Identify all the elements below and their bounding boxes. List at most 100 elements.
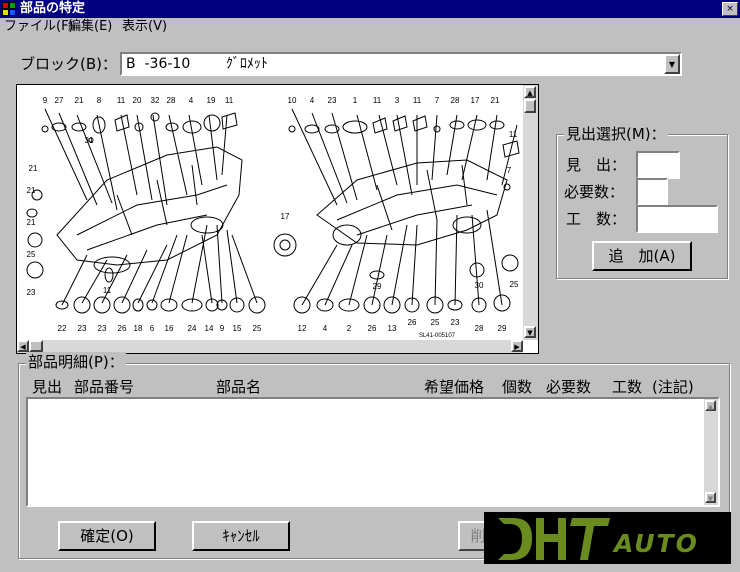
callout-label: 11 [413,96,422,105]
callout-label: 11 [373,96,382,105]
callout-label: 25 [431,318,440,327]
callout-label: 23 [27,288,36,297]
callout-label: 26 [408,318,417,327]
callout-label: 13 [388,324,397,333]
callout-label: 11 [117,96,126,105]
menu-view[interactable]: 表示(V) [122,18,167,36]
callout-label: 7 [507,166,512,175]
cancel-button[interactable]: ｷｬﾝｾﾙ [192,521,290,551]
callout-label: 25 [510,280,519,289]
column-quantity: 個数 [502,378,533,396]
callout-label: 29 [373,282,382,291]
callout-label: 6 [150,324,155,333]
callout-label: 11 [103,286,112,295]
scroll-down-icon[interactable]: ▼ [705,492,716,503]
callout-label: 28 [167,96,176,105]
callout-label: 14 [205,324,214,333]
callout-label: 15 [233,324,242,333]
menu-edit[interactable]: 編集(E) [68,18,112,36]
heading-input[interactable] [636,151,680,179]
callout-label: 8 [97,96,102,105]
confirm-button[interactable]: 確定(O) [58,521,156,551]
scroll-up-icon[interactable]: ▲ [705,400,716,411]
callout-label: 4 [323,324,328,333]
callout-label: 21 [491,96,500,105]
add-button[interactable]: 追 加(A) [592,241,692,271]
block-combobox-value: B -36-10 ｸﾞﾛﾒｯﾄ [126,56,268,72]
title-bar: 部品の特定 × [0,0,740,18]
callout-label: 29 [498,324,507,333]
column-part-name: 部品名 [216,378,262,396]
scroll-left-icon[interactable]: ◀ [17,340,29,352]
callout-label: 17 [281,212,290,221]
callout-label: 9 [43,96,48,105]
close-button[interactable]: × [722,2,738,16]
callout-label: 10 [288,96,297,105]
callout-label: 23 [78,324,87,333]
callout-label: 7 [435,96,440,105]
callout-label: 4 [310,96,315,105]
callout-label: 12 [298,324,307,333]
callout-label: 27 [55,96,64,105]
callout-label: 3 [395,96,400,105]
callout-label: 11 [509,130,518,139]
callout-label: 21 [27,186,36,195]
callout-label: 9 [220,324,225,333]
callout-label: 16 [165,324,174,333]
parts-list[interactable]: ▲ ▼ [26,397,720,507]
parts-diagram[interactable]: 9 27 21 8 11 20 32 28 4 19 11 10 4 23 1 … [16,84,539,354]
menu-bar: ファイル(F) 編集(E) 表示(V) [0,18,740,36]
callout-label: 11 [225,96,234,105]
parts-list-scrollbar[interactable]: ▲ ▼ [704,399,718,505]
callout-label: 30 [475,281,484,290]
callout-label: 25 [253,324,262,333]
callout-label: 31 [85,136,94,145]
selection-legend: 見出選択(M)： [564,124,668,144]
callout-label: 25 [27,250,36,259]
diagram-ref-code: SL41-005107 [419,333,456,339]
callout-label: 20 [133,96,142,105]
callout-label: 23 [451,318,460,327]
required-count-label: 必要数： [564,183,625,201]
column-part-number: 部品番号 [74,378,135,396]
callout-label: 19 [207,96,216,105]
parts-detail-legend: 部品明細(P)： [26,352,126,372]
callout-label: 21 [29,164,38,173]
parts-diagram-drawing: 9 27 21 8 11 20 32 28 4 19 11 10 4 23 1 … [26,96,520,339]
labor-hours-input[interactable] [636,205,718,233]
column-notes: (注記) [652,378,694,396]
scroll-thumb[interactable] [29,340,43,352]
column-required: 必要数 [546,378,592,396]
app-icon [2,2,16,16]
callout-label: 28 [451,96,460,105]
block-combobox[interactable]: B -36-10 ｸﾞﾛﾒｯﾄ ▼ [120,52,682,76]
scroll-down-icon[interactable]: ▼ [524,326,536,338]
callout-label: 26 [118,324,127,333]
callout-label: 2 [347,324,352,333]
callout-label: 17 [471,96,480,105]
column-labor: 工数 [612,378,643,396]
scroll-thumb[interactable] [524,99,536,113]
column-heading: 見出 [32,378,63,396]
menu-file[interactable]: ファイル(F) [4,18,74,36]
diagram-vertical-scrollbar[interactable]: ▲ ▼ [523,85,538,340]
scroll-right-icon[interactable]: ▶ [511,340,523,352]
watermark-logo [498,518,610,560]
callout-label: 22 [58,324,67,333]
callout-label: 21 [75,96,84,105]
callout-label: 23 [328,96,337,105]
callout-label: 26 [368,324,377,333]
callout-label: 28 [475,324,484,333]
block-label: ブロック(B)： [20,55,117,73]
watermark-text: AUTO [614,529,699,558]
callout-label: 1 [353,96,358,105]
callout-label: 32 [151,96,160,105]
heading-label: 見 出： [566,156,627,174]
column-price: 希望価格 [424,378,485,396]
required-count-input[interactable] [636,178,668,206]
callout-label: 23 [98,324,107,333]
dropdown-arrow-icon[interactable]: ▼ [664,54,680,74]
scroll-up-icon[interactable]: ▲ [524,86,536,98]
callout-label: 4 [189,96,194,105]
parts-table-header: 見出 部品番号 部品名 希望価格 個数 必要数 工数 (注記) [28,377,718,397]
